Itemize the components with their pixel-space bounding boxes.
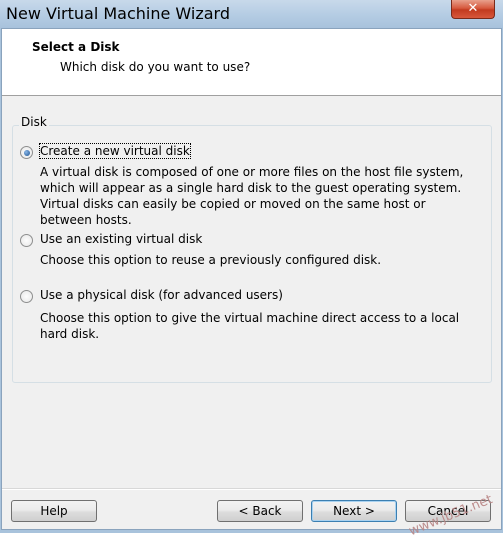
option-desc-use-existing-disk: Choose this option to reuse a previously… — [40, 253, 382, 267]
page-title: Select a Disk — [32, 40, 120, 54]
option-label-create-new-disk[interactable]: Create a new virtual disk — [39, 143, 191, 159]
next-button[interactable]: Next > — [311, 500, 397, 522]
radio-use-physical-disk[interactable] — [20, 290, 33, 303]
page-subtitle: Which disk do you want to use? — [60, 60, 251, 74]
option-label-use-existing-disk[interactable]: Use an existing virtual disk — [40, 232, 202, 246]
wizard-window: New Virtual Machine Wizard ✕ Select a Di… — [0, 0, 503, 539]
close-icon: ✕ — [467, 1, 479, 16]
footer-divider — [2, 488, 501, 490]
disk-group-label: Disk — [19, 115, 49, 129]
window-title: New Virtual Machine Wizard — [6, 4, 230, 23]
radio-create-new-disk[interactable] — [20, 146, 33, 159]
option-desc-create-new-disk: A virtual disk is composed of one or mor… — [40, 165, 464, 227]
help-button[interactable]: Help — [11, 500, 97, 522]
option-label-use-physical-disk[interactable]: Use a physical disk (for advanced users) — [40, 288, 283, 302]
title-bar[interactable]: New Virtual Machine Wizard ✕ — [0, 0, 503, 28]
option-desc-use-physical-disk: Choose this option to give the virtual m… — [40, 311, 460, 341]
close-button[interactable]: ✕ — [451, 0, 495, 19]
back-button[interactable]: < Back — [217, 500, 303, 522]
wizard-header: Select a Disk Which disk do you want to … — [2, 29, 501, 96]
wizard-body: Select a Disk Which disk do you want to … — [1, 28, 502, 539]
radio-use-existing-disk[interactable] — [20, 234, 33, 247]
